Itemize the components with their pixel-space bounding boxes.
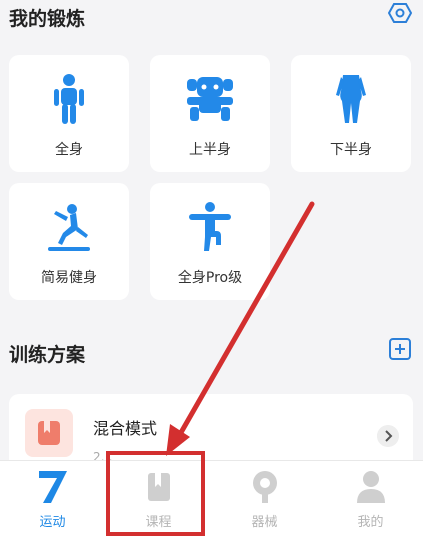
bottom-tab-bar: 运动 课程 器械 我的 <box>0 460 423 538</box>
equipment-icon <box>253 471 277 503</box>
sport-7-icon <box>39 471 67 503</box>
tab-label: 器械 <box>251 515 278 530</box>
workout-card-upper-body[interactable]: 上半身 <box>150 55 270 172</box>
tab-label: 课程 <box>145 515 172 530</box>
workout-card-easy-fitness[interactable]: 简易健身 <box>9 183 129 300</box>
training-plans-title: 训练方案 <box>9 344 86 366</box>
card-label: 上半身 <box>189 142 231 158</box>
card-label: 全身Pro级 <box>177 270 243 286</box>
settings-hexagon-icon[interactable] <box>388 2 412 24</box>
plan-thumbnail <box>25 409 73 457</box>
plan-title: 混合模式 <box>93 419 158 438</box>
tab-equipment[interactable]: 器械 <box>212 461 317 538</box>
easy-fitness-icon <box>48 204 90 251</box>
full-body-pro-icon <box>189 202 231 251</box>
bookmark-icon <box>38 421 60 445</box>
upper-body-icon <box>187 77 233 121</box>
my-workout-title: 我的锻炼 <box>9 8 86 30</box>
workout-card-full-body-pro[interactable]: 全身Pro级 <box>150 183 270 300</box>
tab-course[interactable]: 课程 <box>106 461 211 538</box>
full-body-icon <box>54 74 84 124</box>
chevron-right-icon[interactable] <box>377 425 399 447</box>
tab-label: 运动 <box>39 515 66 530</box>
workout-card-lower-body[interactable]: 下半身 <box>291 55 411 172</box>
tab-profile[interactable]: 我的 <box>318 461 423 538</box>
card-label: 全身 <box>55 142 83 158</box>
tab-label: 我的 <box>357 515 384 530</box>
card-label: 简易健身 <box>41 270 97 286</box>
workout-card-full-body[interactable]: 全身 <box>9 55 129 172</box>
course-book-icon <box>148 473 170 501</box>
profile-icon <box>357 471 385 503</box>
add-plan-icon[interactable] <box>389 338 411 360</box>
card-label: 下半身 <box>330 142 372 158</box>
tab-sport[interactable]: 运动 <box>0 461 105 538</box>
lower-body-icon <box>336 75 366 123</box>
